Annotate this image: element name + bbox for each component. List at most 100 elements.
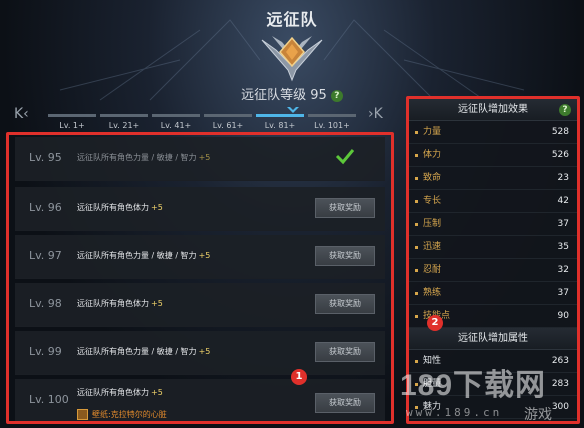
tier-label[interactable]: Lv. 81+	[254, 121, 306, 130]
row-description-text: 远征队所有角色力量 / 敏捷 / 智力	[77, 153, 197, 162]
bullet-icon	[415, 223, 418, 226]
stat-name: 致命	[423, 173, 442, 183]
stat-value: 526	[551, 150, 569, 160]
tier-segment[interactable]	[204, 114, 252, 117]
row-level: Lv. 96	[29, 201, 62, 214]
row-level: Lv. 95	[29, 151, 62, 164]
tier-label[interactable]: Lv. 1+	[46, 121, 98, 130]
row-level: Lv. 97	[29, 249, 62, 262]
reward-name: 壁纸:克拉特尔的心脏	[92, 410, 167, 419]
stat-name: 迅速	[423, 242, 442, 252]
bullet-icon	[415, 246, 418, 249]
tier-label[interactable]: Lv. 41+	[150, 121, 202, 130]
stat-row: 迅速 35	[409, 236, 577, 259]
stat-row: 致命 23	[409, 167, 577, 190]
row-level: Lv. 99	[29, 345, 62, 358]
stat-value: 32	[557, 265, 569, 275]
stat-name: 体力	[423, 150, 442, 160]
reward-row: Lv. 100 远征队所有角色体力 +5 壁纸:克拉特尔的心脏 获取奖励	[15, 379, 385, 421]
reward-row: Lv. 95 远征队所有角色力量 / 敏捷 / 智力 +5	[15, 137, 385, 181]
row-bonus: +5	[198, 347, 211, 356]
row-description-text: 远征队所有角色力量 / 敏捷 / 智力	[77, 347, 197, 356]
bullet-icon	[415, 292, 418, 295]
effects-header: 远征队增加效果 ?	[409, 99, 577, 121]
tier-selector: K‹ ›K Lv. 1+ Lv. 21+ Lv. 41+ Lv. 61+ Lv. 81+…	[14, 106, 400, 132]
bullet-icon	[415, 131, 418, 134]
annotation-badge-1: 1	[291, 369, 307, 385]
stat-value: 269	[552, 419, 569, 421]
stat-name: 亲切	[423, 419, 441, 421]
row-description: 远征队所有角色体力 +5	[77, 202, 163, 213]
level-reward-list: Lv. 95 远征队所有角色力量 / 敏捷 / 智力 +5 Lv. 96 远征队所有角色…	[6, 132, 394, 424]
tier-segment[interactable]	[48, 114, 96, 117]
row-description: 远征队所有角色力量 / 敏捷 / 智力 +5	[77, 152, 210, 163]
stat-row: 体力 526	[409, 144, 577, 167]
stat-value: 23	[557, 173, 569, 183]
tier-label[interactable]: Lv. 21+	[98, 121, 150, 130]
tier-current-marker-icon	[287, 107, 299, 113]
stat-row: 熟练 37	[409, 282, 577, 305]
bullet-icon	[415, 177, 418, 180]
expedition-effects-panel: 远征队增加效果 ? 力量 528 体力 526 致命 23 专长 42 压制 37 迅速 35 忍耐 32…	[406, 96, 580, 424]
effects-help-icon[interactable]: ?	[559, 104, 571, 116]
row-reward: 壁纸:克拉特尔的心脏	[77, 409, 167, 420]
claim-reward-button[interactable]: 获取奖励	[315, 393, 375, 413]
stat-value: 283	[551, 379, 569, 389]
expedition-emblem-icon	[261, 36, 323, 82]
tier-segment[interactable]	[152, 114, 200, 117]
row-level: Lv. 98	[29, 297, 62, 310]
row-level: Lv. 100	[29, 393, 69, 406]
stat-row: 专长 42	[409, 190, 577, 213]
row-bonus: +5	[198, 251, 211, 260]
row-description-text: 远征队所有角色体力	[77, 299, 149, 308]
tier-label[interactable]: Lv. 101+	[306, 121, 358, 130]
bullet-icon	[415, 315, 418, 318]
row-description: 远征队所有角色体力 +5	[77, 298, 163, 309]
stat-name: 忍耐	[423, 265, 442, 275]
row-bonus: +5	[198, 153, 211, 162]
stat-name: 知性	[423, 356, 442, 366]
stat-value: 37	[557, 288, 569, 298]
claim-reward-button[interactable]: 获取奖励	[315, 294, 375, 314]
claim-reward-button[interactable]: 获取奖励	[315, 198, 375, 218]
tier-segment[interactable]	[308, 114, 356, 117]
reward-row: Lv. 99 远征队所有角色力量 / 敏捷 / 智力 +5 获取奖励	[15, 331, 385, 375]
row-description: 远征队所有角色力量 / 敏捷 / 智力 +5	[77, 346, 210, 357]
effects-title: 远征队增加效果	[458, 104, 528, 115]
wallpaper-reward-icon	[77, 409, 88, 420]
reward-row: Lv. 97 远征队所有角色力量 / 敏捷 / 智力 +5 获取奖励	[15, 235, 385, 279]
tier-segment[interactable]	[100, 114, 148, 117]
help-icon[interactable]: ?	[330, 90, 343, 102]
stat-value: 263	[551, 356, 569, 366]
row-description-text: 远征队所有角色力量 / 敏捷 / 智力	[77, 251, 197, 260]
row-description: 远征队所有角色力量 / 敏捷 / 智力 +5	[77, 250, 210, 261]
stat-value: 35	[557, 242, 569, 252]
row-description-text: 远征队所有角色体力	[77, 203, 149, 212]
bullet-icon	[415, 200, 418, 203]
claim-reward-button[interactable]: 获取奖励	[315, 342, 375, 362]
stat-value: 37	[557, 219, 569, 229]
stat-name: 魅力	[423, 402, 442, 412]
stat-row: 胆量 283	[409, 373, 577, 396]
annotation-badge-2: 2	[427, 315, 443, 331]
tier-label[interactable]: Lv. 61+	[202, 121, 254, 130]
row-description: 远征队所有角色体力 +5	[77, 387, 163, 398]
attributes-title: 远征队增加属性	[458, 333, 528, 344]
tier-segment[interactable]	[256, 114, 304, 117]
bullet-icon	[415, 269, 418, 272]
claim-reward-button[interactable]: 获取奖励	[315, 246, 375, 266]
stat-value: 42	[557, 196, 569, 206]
tier-prev-arrow[interactable]: K‹	[14, 106, 29, 122]
attributes-header: 远征队增加属性	[409, 328, 577, 350]
stat-value: 300	[551, 402, 569, 412]
bullet-icon	[415, 383, 418, 386]
reward-row: Lv. 98 远征队所有角色体力 +5 获取奖励	[15, 283, 385, 327]
stat-row: 压制 37	[409, 213, 577, 236]
stat-name: 熟练	[423, 288, 442, 298]
row-description-text: 远征队所有角色体力	[77, 388, 149, 397]
bullet-icon	[415, 154, 418, 157]
stat-row: 力量 528	[409, 121, 577, 144]
stat-row: 魅力 300	[409, 396, 577, 419]
stat-name: 专长	[423, 196, 442, 206]
tier-next-arrow[interactable]: ›K	[368, 106, 383, 122]
